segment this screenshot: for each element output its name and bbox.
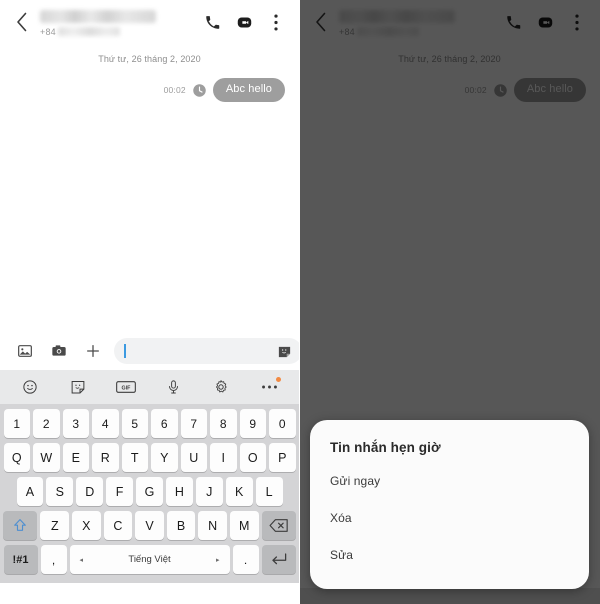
key-z[interactable]: Z [40,511,70,540]
scheduled-message-dialog: Tin nhắn hẹn giờ Gửi ngay Xóa Sửa [310,420,589,589]
header-actions [197,7,291,37]
keyboard-row-space: !#1 , ◂ Tiếng Việt ▸ . [2,545,297,574]
keyboard-row-home: A S D F G H J K L [2,477,297,506]
gif-icon[interactable]: GIF [111,372,141,402]
key-o[interactable]: O [239,443,266,472]
screenshot-root: +84 Thứ tư, 26 tháng 2, 2020 00:02 Abc h… [0,0,600,604]
key-c[interactable]: C [103,511,133,540]
contact-info[interactable]: +84 [36,8,197,37]
key-l[interactable]: L [255,477,283,506]
key-5[interactable]: 5 [121,409,148,438]
keyboard-language-label: Tiếng Việt [128,554,171,565]
period-key[interactable]: . [232,545,259,574]
dialog-option-send-now[interactable]: Gửi ngay [310,462,589,499]
enter-key[interactable] [261,545,296,574]
clock-scheduled-icon [192,83,207,98]
key-m[interactable]: M [229,511,259,540]
keyboard-row-bottom-letters: Z X C V B N M [2,511,297,540]
svg-text:GIF: GIF [121,385,131,391]
more-options-icon[interactable] [254,372,284,402]
phone-icon[interactable] [197,7,227,37]
symbols-key[interactable]: !#1 [3,545,38,574]
message-thread[interactable]: Thứ tư, 26 tháng 2, 2020 00:02 Abc hello [0,44,299,332]
dialog-title: Tin nhắn hẹn giờ [330,440,441,455]
panel-divider [299,0,300,604]
more-vertical-icon[interactable] [261,7,291,37]
keyboard-row-qwerty: Q W E R T Y U I O P [2,443,297,472]
dialog-option-edit[interactable]: Sửa [310,536,589,573]
back-chevron-icon[interactable] [8,8,36,36]
key-0[interactable]: 0 [269,409,296,438]
key-7[interactable]: 7 [180,409,207,438]
key-d[interactable]: D [76,477,104,506]
keyboard-rows: 1 2 3 4 5 6 7 8 9 0 Q W E R T Y U I O P … [0,404,299,574]
key-2[interactable]: 2 [33,409,60,438]
spacebar-key[interactable]: ◂ Tiếng Việt ▸ [69,545,230,574]
key-h[interactable]: H [165,477,193,506]
camera-icon[interactable] [42,334,76,368]
key-w[interactable]: W [33,443,60,472]
bottom-spacer [299,588,600,604]
key-9[interactable]: 9 [239,409,266,438]
key-g[interactable]: G [136,477,163,506]
screen-left-conversation: +84 Thứ tư, 26 tháng 2, 2020 00:02 Abc h… [0,0,299,604]
key-x[interactable]: X [72,511,101,540]
phone-digits-redacted [57,27,120,36]
message-row[interactable]: 00:02 Abc hello [0,64,299,102]
composer-bar [0,332,299,370]
key-a[interactable]: A [16,477,44,506]
shift-key[interactable] [3,511,38,540]
date-separator: Thứ tư, 26 tháng 2, 2020 [98,54,201,64]
key-1[interactable]: 1 [3,409,30,438]
screen-right-dialog: +84 Thứ tư, 26 tháng 2, 2020 00:02 [299,0,600,604]
image-icon[interactable] [8,334,42,368]
key-e[interactable]: E [62,443,89,472]
key-4[interactable]: 4 [92,409,119,438]
key-3[interactable]: 3 [62,409,89,438]
emoji-icon[interactable] [15,372,45,402]
key-6[interactable]: 6 [151,409,178,438]
key-j[interactable]: J [195,477,223,506]
key-q[interactable]: Q [3,443,30,472]
keyboard-row-numbers: 1 2 3 4 5 6 7 8 9 0 [2,409,297,438]
sticker-icon[interactable] [276,342,294,360]
key-u[interactable]: U [180,443,207,472]
key-b[interactable]: B [166,511,196,540]
next-language-arrow[interactable]: ▸ [216,556,220,564]
comma-key[interactable]: , [40,545,67,574]
phone-country-code: +84 [40,26,56,37]
message-input[interactable] [125,338,276,364]
message-input-wrapper[interactable] [114,338,299,364]
key-i[interactable]: I [210,443,237,472]
key-p[interactable]: P [269,443,296,472]
key-y[interactable]: Y [151,443,178,472]
contact-name-redacted [40,9,156,23]
key-s[interactable]: S [46,477,74,506]
conversation-header: +84 [0,0,299,44]
key-r[interactable]: R [92,443,119,472]
key-v[interactable]: V [135,511,164,540]
contact-phone: +84 [40,27,197,37]
plus-icon[interactable] [76,334,110,368]
microphone-icon[interactable] [158,372,188,402]
keyboard-toolbar: GIF [0,370,299,404]
backspace-key[interactable] [261,511,296,540]
notification-badge-dot [276,377,282,382]
key-n[interactable]: N [198,511,227,540]
message-timestamp: 00:02 [163,85,186,95]
on-screen-keyboard: GIF 1 2 3 4 5 6 7 8 9 0 Q W E R T Y U I … [0,370,299,583]
key-8[interactable]: 8 [210,409,237,438]
settings-gear-icon[interactable] [206,372,236,402]
message-bubble[interactable]: Abc hello [212,78,285,102]
key-k[interactable]: K [225,477,253,506]
key-t[interactable]: T [121,443,148,472]
dialog-option-delete[interactable]: Xóa [310,499,589,536]
sticker-icon[interactable] [63,372,93,402]
key-f[interactable]: F [106,477,134,506]
video-call-icon[interactable] [229,7,259,37]
